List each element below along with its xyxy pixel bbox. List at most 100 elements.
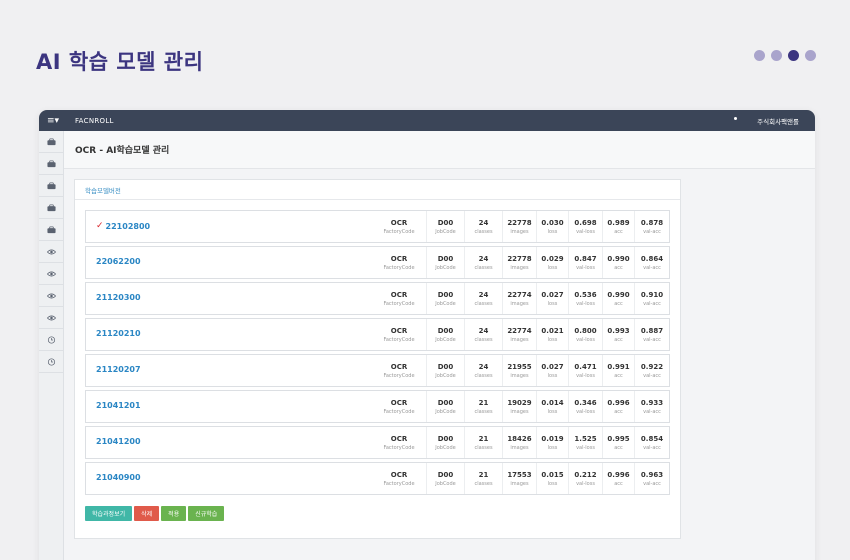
stat-value: 22778 (507, 218, 532, 227)
model-version-link[interactable]: 21120207 (96, 365, 141, 374)
stat-value: OCR (390, 470, 408, 479)
model-row[interactable]: 21041201 OCR FactoryCode D00 JobCode 21 classe… (85, 390, 670, 423)
sidebar-item-2[interactable] (39, 153, 63, 175)
main-content: OCR - AI학습모델 관리 학습모델버전 ✓ 22102800 OCR Facto… (64, 131, 815, 560)
stat-value: 17553 (507, 470, 532, 479)
stat-value: 24 (478, 362, 489, 371)
stat-images: 22778 images (502, 247, 536, 278)
stat-label: val-acc (643, 228, 661, 235)
stat-loss: 0.014 loss (536, 391, 568, 422)
sidebar-item-5[interactable] (39, 219, 63, 241)
stat-images: 19029 images (502, 391, 536, 422)
panel-title: 학습모델버전 (75, 180, 680, 200)
sidebar-item-3[interactable] (39, 175, 63, 197)
eye-icon (46, 292, 56, 300)
stat-job-code: D00 JobCode (426, 247, 464, 278)
model-row[interactable]: 21041200 OCR FactoryCode D00 JobCode 21 classe… (85, 426, 670, 459)
eye-icon (46, 248, 56, 256)
model-row[interactable]: ✓ 22102800 OCR FactoryCode D00 JobCode 24 class… (85, 210, 670, 243)
sidebar-item-4[interactable] (39, 197, 63, 219)
sidebar-item-8[interactable] (39, 285, 63, 307)
stat-value: 21 (478, 398, 489, 407)
pager-dot[interactable] (771, 50, 782, 61)
model-row[interactable]: 21120207 OCR FactoryCode D00 JobCode 24 classe… (85, 354, 670, 387)
stat-value: OCR (390, 326, 408, 335)
new-training-button[interactable]: 신규학습 (188, 506, 225, 521)
model-row[interactable]: 21120300 OCR FactoryCode D00 JobCode 24 classe… (85, 282, 670, 315)
stat-label: classes (474, 264, 493, 271)
stat-label: classes (474, 300, 493, 307)
menu-icon[interactable]: ≡▾ (47, 116, 61, 126)
stat-label: FactoryCode (383, 408, 415, 415)
model-version-link[interactable]: ✓ 22102800 (96, 221, 150, 231)
stat-loss: 0.021 loss (536, 319, 568, 350)
model-row[interactable]: 22062200 OCR FactoryCode D00 JobCode 24 classe… (85, 246, 670, 279)
stat-val-loss: 1.525 val-loss (568, 427, 602, 458)
pager-dot-active[interactable] (788, 50, 799, 61)
stat-value: 18426 (507, 434, 532, 443)
user-name[interactable]: 주식회사팩앤롤 (757, 116, 799, 126)
stat-value: 0.996 (607, 398, 630, 407)
stat-classes: 21 classes (464, 427, 502, 458)
stat-label: JobCode (435, 444, 456, 451)
stat-value: 21 (478, 470, 489, 479)
stat-label: val-acc (643, 300, 661, 307)
sidebar-item-9[interactable] (39, 307, 63, 329)
stat-label: classes (474, 444, 493, 451)
sidebar (39, 131, 64, 560)
model-version-link[interactable]: 21041200 (96, 437, 141, 446)
pager-dot[interactable] (754, 50, 765, 61)
stat-label: val-loss (576, 300, 595, 307)
stat-value: 0.847 (574, 254, 597, 263)
model-version: 21040900 (96, 473, 141, 482)
apply-button[interactable]: 적용 (161, 506, 187, 521)
sidebar-item-7[interactable] (39, 263, 63, 285)
stat-job-code: D00 JobCode (426, 211, 464, 242)
model-row[interactable]: 21120210 OCR FactoryCode D00 JobCode 24 classe… (85, 318, 670, 351)
stat-label: val-acc (643, 444, 661, 451)
briefcase-icon (46, 225, 56, 234)
sidebar-item-10[interactable] (39, 329, 63, 351)
view-training-button[interactable]: 학습과정보기 (85, 506, 133, 521)
stat-acc: 0.996 acc (602, 391, 634, 422)
stat-val-acc: 0.887 val-acc (634, 319, 669, 350)
delete-button[interactable]: 삭제 (134, 506, 160, 521)
stat-acc: 0.996 acc (602, 463, 634, 494)
model-version-link[interactable]: 21120300 (96, 293, 141, 302)
stat-job-code: D00 JobCode (426, 319, 464, 350)
sidebar-item-6[interactable] (39, 241, 63, 263)
stat-label: JobCode (435, 408, 456, 415)
model-version-link[interactable]: 21120210 (96, 329, 141, 338)
stat-val-acc: 0.910 val-acc (634, 283, 669, 314)
sidebar-item-11[interactable] (39, 351, 63, 373)
stat-label: val-loss (576, 336, 595, 343)
stat-loss: 0.029 loss (536, 247, 568, 278)
stat-label: val-loss (576, 372, 595, 379)
stat-label: classes (474, 228, 493, 235)
stat-value: OCR (390, 254, 408, 263)
stat-value: 0.993 (607, 326, 630, 335)
model-stats: OCR FactoryCode D00 JobCode 24 classes 22778 im… (372, 247, 669, 278)
model-version-link[interactable]: 21040900 (96, 473, 141, 482)
stat-val-loss: 0.698 val-loss (568, 211, 602, 242)
content-title: OCR - AI학습모델 관리 (75, 146, 170, 156)
stat-classes: 21 classes (464, 463, 502, 494)
stat-classes: 24 classes (464, 211, 502, 242)
action-buttons: 학습과정보기 삭제 적용 신규학습 (85, 506, 225, 521)
model-version-link[interactable]: 22062200 (96, 257, 141, 266)
stat-label: FactoryCode (383, 372, 415, 379)
stat-value: 0.887 (640, 326, 664, 335)
stat-value: 0.963 (640, 470, 664, 479)
stat-value: 0.800 (574, 326, 597, 335)
stat-val-acc: 0.864 val-acc (634, 247, 669, 278)
pager-dot[interactable] (805, 50, 816, 61)
sidebar-item-1[interactable] (39, 131, 63, 153)
stat-factory-code: OCR FactoryCode (372, 463, 426, 494)
stat-label: FactoryCode (383, 480, 415, 487)
model-row[interactable]: 21040900 OCR FactoryCode D00 JobCode 21 classe… (85, 462, 670, 495)
stat-acc: 0.991 acc (602, 355, 634, 386)
stat-label: classes (474, 372, 493, 379)
model-version: 21041200 (96, 437, 141, 446)
stat-val-acc: 0.878 val-acc (634, 211, 669, 242)
model-version-link[interactable]: 21041201 (96, 401, 141, 410)
